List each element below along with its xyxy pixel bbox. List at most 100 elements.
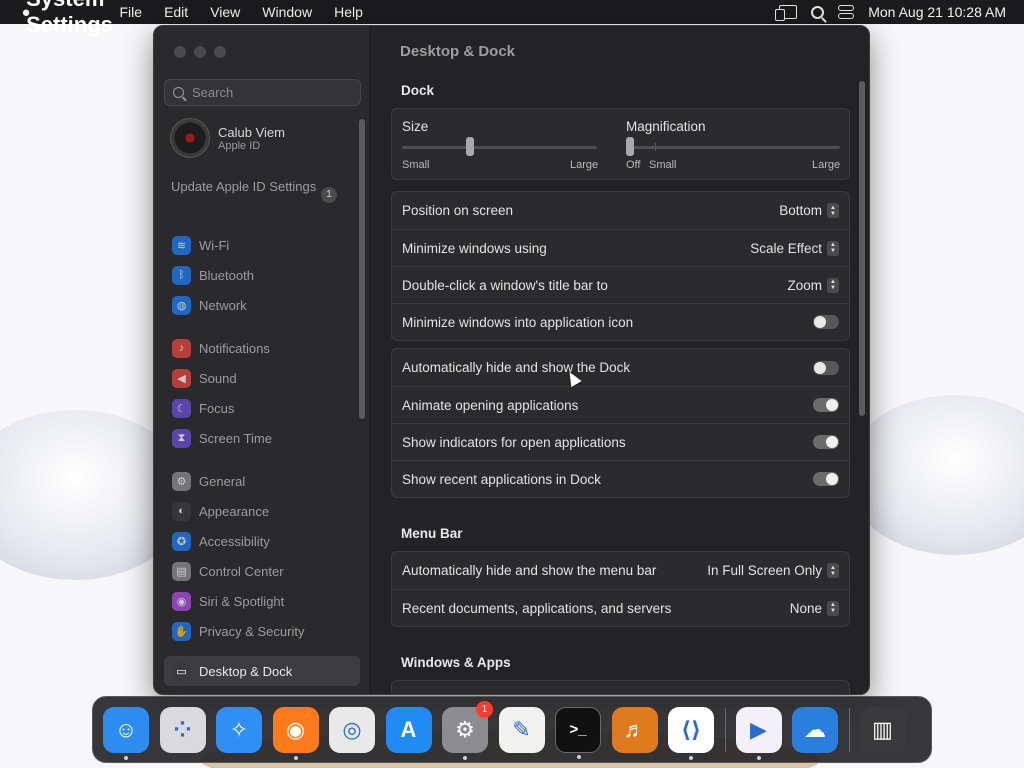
- wifi-icon: ≋: [172, 235, 191, 255]
- toggle-show-indicators-for-open-applications[interactable]: [813, 435, 839, 449]
- popup-button-double-click-a-window-s-title-bar-to[interactable]: Zoom ▲ ▼: [787, 277, 839, 293]
- setting-label: Position on screen: [402, 203, 514, 218]
- running-indicator: [293, 755, 298, 760]
- running-indicator: [124, 755, 128, 760]
- setting-label: Recent documents, applications, and serv…: [402, 600, 672, 616]
- search-icon: [173, 87, 184, 98]
- sidebar-item-screen-time[interactable]: ⧗ Screen Time: [164, 423, 360, 453]
- dock-trash[interactable]: ▥: [859, 706, 906, 753]
- sidebar-item-accessibility[interactable]: ✪ Accessibility: [164, 526, 360, 556]
- avatar: [170, 118, 210, 158]
- popup-value: Bottom: [779, 203, 822, 218]
- dock-vscode[interactable]: ⟨⟩: [668, 706, 714, 760]
- dock-textedit[interactable]: ✎: [498, 706, 545, 753]
- dock-chrome[interactable]: ◎: [329, 706, 375, 753]
- menu-view[interactable]: View: [199, 4, 251, 20]
- setting-label: Show recent applications in Dock: [402, 471, 601, 487]
- toggle-minimize-windows-into-application-icon[interactable]: [813, 315, 839, 329]
- sidebar-item-general[interactable]: ⚙ General: [164, 466, 360, 496]
- menu-clock[interactable]: Mon Aug 21 10:28 AM: [868, 4, 1006, 20]
- dock-garageband[interactable]: ♬: [611, 706, 658, 753]
- textedit-icon: ✎: [512, 716, 531, 742]
- dock-launchpad[interactable]: ⁘: [159, 706, 206, 753]
- dock-weather[interactable]: ☁: [792, 706, 838, 753]
- hand-icon: ✋: [172, 621, 191, 641]
- apple-id-account[interactable]: Calub Viem Apple ID: [170, 118, 285, 158]
- update-apple-id-item[interactable]: Update Apple ID Settings: [171, 179, 341, 195]
- setting-label: Minimize windows into application icon: [402, 314, 634, 330]
- control-center-icon[interactable]: [838, 5, 855, 19]
- popup-button-position-on-screen[interactable]: Bottom ▲ ▼: [779, 203, 839, 218]
- size-max-label: Large: [570, 159, 599, 171]
- sidebar-item-wi-fi[interactable]: ≋ Wi-Fi: [164, 230, 360, 260]
- setting-row-automatically-hide-and-show-the-menu-bar: Automatically hide and show the menu bar…: [392, 552, 849, 589]
- minimize-window-button[interactable]: [194, 46, 206, 58]
- dock-system-settings[interactable]: ⚙ 1: [442, 700, 493, 760]
- zoom-window-button[interactable]: [214, 46, 226, 58]
- bell-icon: ♪: [172, 338, 191, 358]
- sidebar-item-label: Accessibility: [199, 533, 270, 549]
- sidebar-item-privacy-security[interactable]: ✋ Privacy & Security: [164, 616, 360, 646]
- setting-row-minimize-windows-using: Minimize windows using Scale Effect ▲ ▼: [392, 229, 849, 266]
- chevron-up-down-icon: ▲ ▼: [827, 240, 839, 256]
- window-controls: [174, 46, 226, 58]
- menu-help[interactable]: Help: [323, 4, 374, 20]
- magnification-slider-track[interactable]: [626, 146, 840, 149]
- magnification-min-label: Small: [649, 159, 677, 171]
- sidebar-item-bluetooth[interactable]: ᛒ Bluetooth: [164, 260, 360, 290]
- sidebar-item-notifications[interactable]: ♪ Notifications: [164, 333, 360, 363]
- setting-label: Double-click a window's title bar to: [402, 277, 608, 293]
- dock-visual-studio[interactable]: ▶: [735, 706, 782, 760]
- sidebar-item-desktop-dock[interactable]: ▭ Desktop & Dock: [164, 656, 360, 686]
- screen-mirroring-icon[interactable]: [775, 5, 798, 21]
- dock-terminal[interactable]: >_: [555, 706, 601, 759]
- popup-button-automatically-hide-and-show-the-menu-bar[interactable]: In Full Screen Only ▲ ▼: [707, 563, 839, 578]
- dock-behavior-group: Automatically hide and show the Dock Anim…: [391, 348, 850, 498]
- close-window-button[interactable]: [174, 46, 186, 58]
- sidebar-item-focus[interactable]: ☾ Focus: [164, 393, 360, 423]
- siri-icon: ◉: [172, 591, 191, 611]
- chevron-up-down-icon: ▲ ▼: [827, 277, 839, 293]
- sidebar-group: ♪ Notifications ◀ Sound ☾ Focus ⧗ Screen Time: [164, 333, 360, 453]
- sidebar-item-appearance[interactable]: ◐ Appearance: [164, 496, 360, 526]
- size-slider-track[interactable]: [402, 146, 597, 149]
- sidebar-item-label: General: [199, 473, 246, 489]
- dock-position-group: Position on screen Bottom ▲ ▼ Minimize windo…: [391, 191, 850, 341]
- section-menu-bar-heading: Menu Bar: [401, 526, 463, 541]
- setting-row-recent-documents-applications-and-servers: Recent documents, applications, and serv…: [392, 589, 849, 626]
- popup-value: None: [789, 600, 822, 616]
- menu-file[interactable]: File: [109, 4, 154, 20]
- size-label: Size: [402, 119, 429, 134]
- accessibility-icon: ✪: [172, 531, 191, 551]
- search-input[interactable]: [192, 85, 342, 100]
- sidebar-scrollbar[interactable]: [359, 119, 365, 419]
- magnification-slider-knob[interactable]: [626, 137, 634, 156]
- menu-app-name[interactable]: System Settings: [26, 0, 113, 37]
- sidebar-item-label: Privacy & Security: [199, 623, 305, 639]
- sidebar-item-siri-spotlight[interactable]: ◉ Siri & Spotlight: [164, 586, 360, 616]
- terminal-icon: >_: [569, 721, 587, 738]
- dock-firefox[interactable]: ◉: [272, 706, 319, 760]
- sidebar-item-control-center[interactable]: ▤ Control Center: [164, 556, 360, 586]
- menu-edit[interactable]: Edit: [153, 4, 199, 20]
- sidebar-item-network[interactable]: ◍ Network: [164, 290, 360, 320]
- spotlight-search-icon[interactable]: [811, 5, 825, 19]
- magnification-tick: [655, 143, 656, 151]
- popup-button-minimize-windows-using[interactable]: Scale Effect ▲ ▼: [750, 240, 839, 256]
- toggle-show-recent-applications-in-dock[interactable]: [813, 472, 839, 486]
- popup-button-recent-documents-applications-and-servers[interactable]: None ▲ ▼: [789, 600, 839, 616]
- content-scrollbar[interactable]: [859, 81, 865, 416]
- sidebar-item-sound[interactable]: ◀ Sound: [164, 363, 360, 393]
- dock-safari[interactable]: ✧: [216, 706, 262, 753]
- dock-app-store[interactable]: A: [385, 706, 432, 753]
- account-subtitle: Apple ID: [218, 139, 261, 152]
- menu-window[interactable]: Window: [251, 4, 323, 20]
- running-indicator: [463, 755, 467, 760]
- control-center-icon: ▤: [172, 561, 191, 581]
- size-slider-knob[interactable]: [466, 137, 475, 156]
- sidebar-search: [164, 79, 361, 106]
- dock-finder[interactable]: ☺: [103, 706, 149, 760]
- toggle-animate-opening-applications[interactable]: [813, 398, 839, 412]
- toggle-automatically-hide-and-show-the-dock[interactable]: [813, 360, 839, 375]
- menu-bar-group: Automatically hide and show the menu bar…: [391, 551, 850, 627]
